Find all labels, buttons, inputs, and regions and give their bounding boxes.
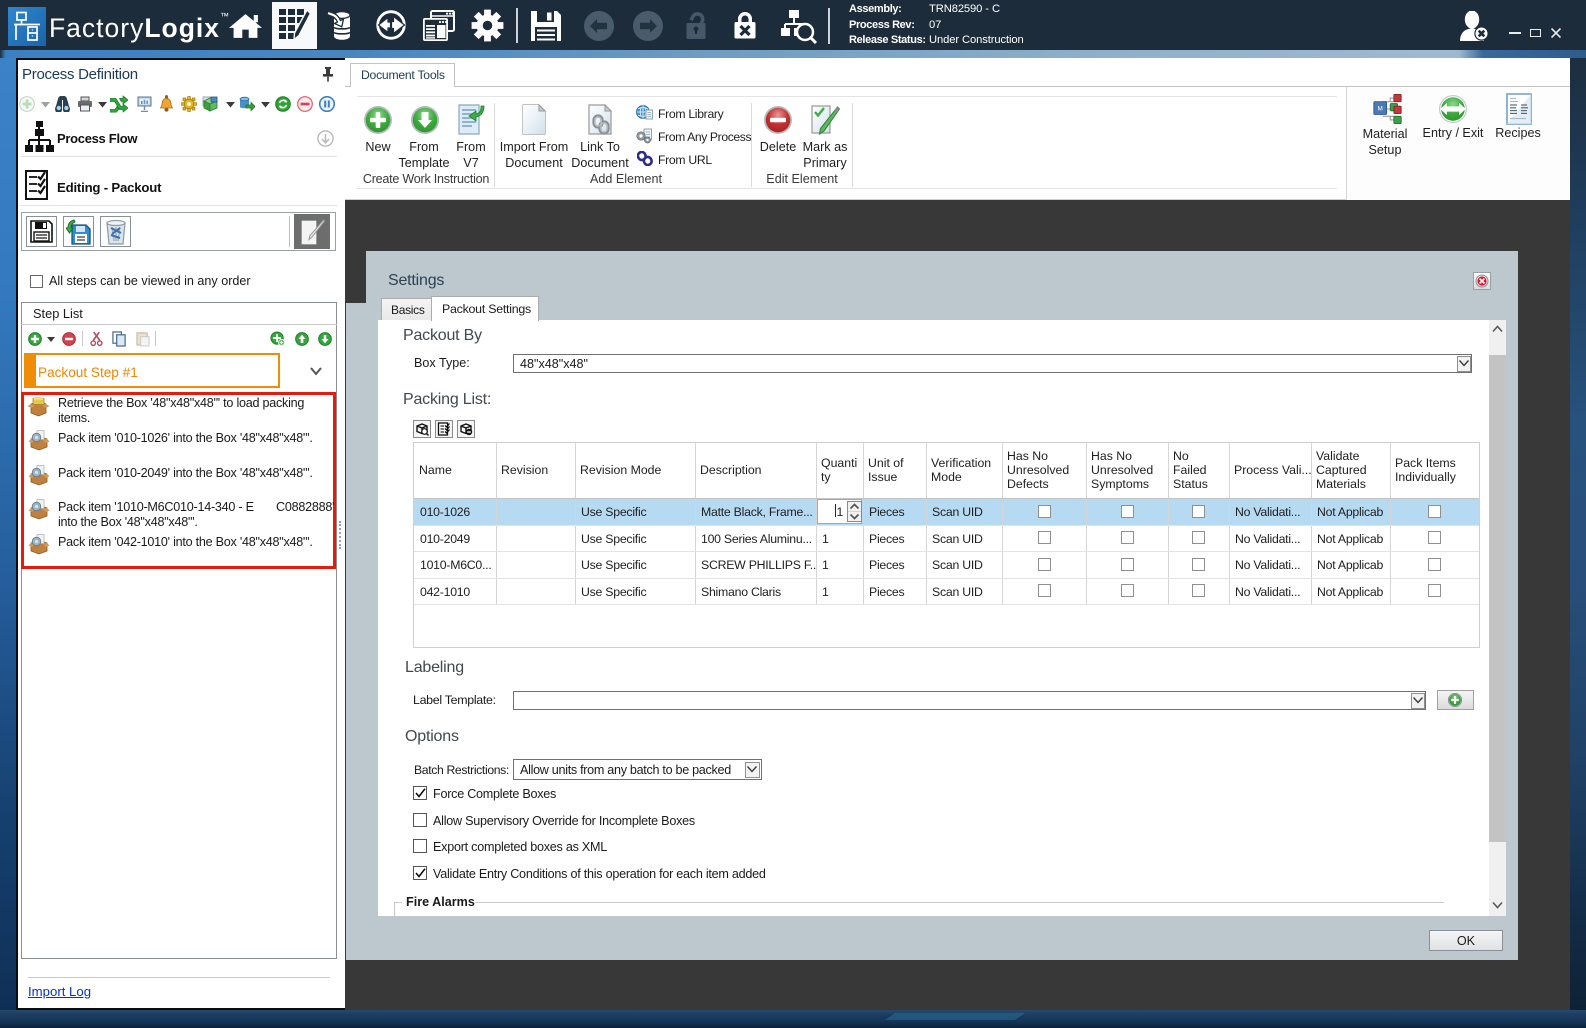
svg-text:M: M [1378,105,1383,112]
